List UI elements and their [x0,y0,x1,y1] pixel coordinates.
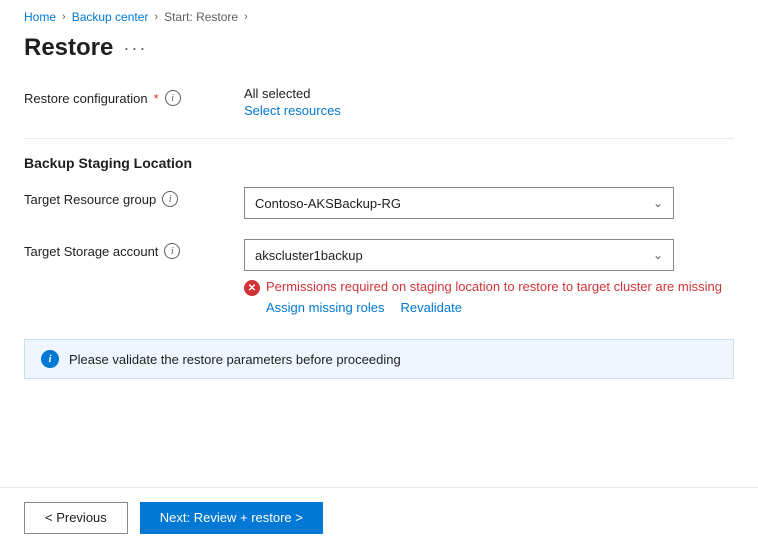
target-rg-info-icon[interactable]: i [162,191,178,207]
breadcrumb-backup-center[interactable]: Backup center [72,10,149,24]
target-rg-row: Target Resource group i Contoso-AKSBacku… [24,187,734,219]
assign-missing-roles-link[interactable]: Assign missing roles [266,300,385,315]
target-rg-dropdown-wrapper: Contoso-AKSBackup-RG ⌄ [244,187,674,219]
section-divider [24,138,734,139]
breadcrumb-sep-3: › [244,11,248,23]
restore-config-value: All selected Select resources [244,86,341,118]
breadcrumb-sep-2: › [154,11,158,23]
all-selected-text: All selected [244,86,341,101]
restore-config-label: Restore configuration * i [24,86,244,106]
target-storage-row: Target Storage account i akscluster1back… [24,239,734,315]
revalidate-link[interactable]: Revalidate [401,300,462,315]
target-rg-label-text: Target Resource group [24,192,156,207]
info-bar-icon: i [41,350,59,368]
restore-config-row: Restore configuration * i All selected S… [24,86,734,118]
target-storage-dropdown[interactable]: akscluster1backup ⌄ [244,239,674,271]
error-icon: ✕ [244,280,260,296]
info-bar-message: Please validate the restore parameters b… [69,352,401,367]
error-line: ✕ Permissions required on staging locati… [244,279,722,296]
page-title: Restore [24,34,113,62]
breadcrumb-sep-1: › [62,11,66,23]
required-indicator: * [154,91,159,106]
error-block: ✕ Permissions required on staging locati… [244,279,722,315]
target-rg-dropdown[interactable]: Contoso-AKSBackup-RG ⌄ [244,187,674,219]
breadcrumb-current: Start: Restore [164,10,238,24]
error-actions: Assign missing roles Revalidate [266,300,722,315]
previous-button[interactable]: < Previous [24,502,128,534]
restore-config-info-icon[interactable]: i [165,90,181,106]
select-resources-link[interactable]: Select resources [244,103,341,118]
main-content: Restore configuration * i All selected S… [0,78,758,459]
target-rg-value: Contoso-AKSBackup-RG [255,196,401,211]
target-storage-dropdown-wrapper: akscluster1backup ⌄ ✕ Permissions requir… [244,239,722,315]
error-message: Permissions required on staging location… [266,279,722,294]
target-rg-chevron-icon: ⌄ [653,196,663,210]
restore-config-label-text: Restore configuration [24,91,148,106]
target-storage-info-icon[interactable]: i [164,243,180,259]
next-button[interactable]: Next: Review + restore > [140,502,323,534]
footer: < Previous Next: Review + restore > [0,487,758,547]
target-storage-value: akscluster1backup [255,248,363,263]
target-rg-label: Target Resource group i [24,187,244,207]
breadcrumb: Home › Backup center › Start: Restore › [0,0,758,30]
more-options-icon[interactable]: ··· [123,38,147,59]
breadcrumb-home[interactable]: Home [24,10,56,24]
info-bar: i Please validate the restore parameters… [24,339,734,379]
target-storage-label: Target Storage account i [24,239,244,259]
backup-staging-section-title: Backup Staging Location [24,155,734,171]
target-storage-label-text: Target Storage account [24,244,158,259]
page-header: Restore ··· [0,30,758,78]
target-storage-chevron-icon: ⌄ [653,248,663,262]
